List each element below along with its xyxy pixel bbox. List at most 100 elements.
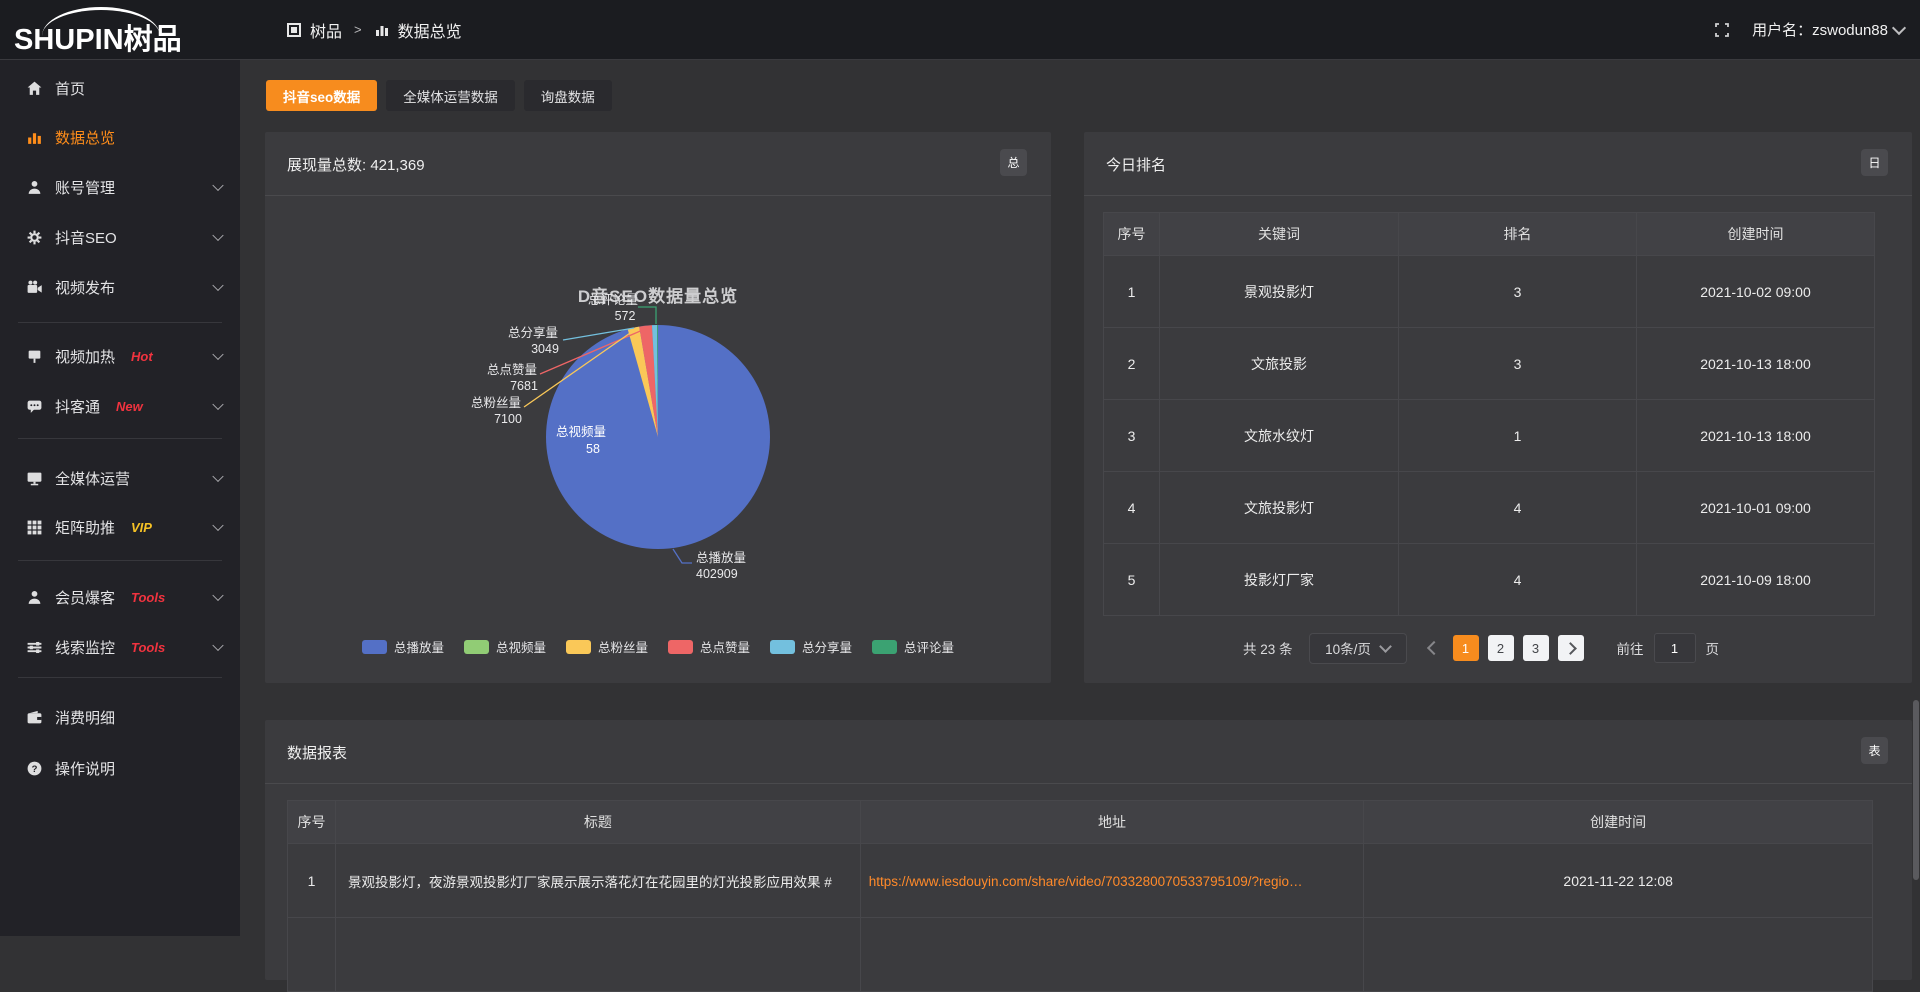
- dashboard-page: { "header": { "logo_latin": "SHUPIN", "l…: [0, 0, 1920, 936]
- data-report-panel: 数据报表 表 序号 标题 地址 创建时间 1 景观投影灯，夜游景观投影灯厂家展示…: [265, 720, 1912, 980]
- breadcrumb: 树品 > 数据总览: [286, 0, 462, 59]
- logo-text: SHUPIN树品: [14, 16, 182, 58]
- cell-time: 2021-10-13 18:00: [1637, 328, 1875, 400]
- table-row: 2 文旅投影 3 2021-10-13 18:00: [1104, 328, 1875, 400]
- fullscreen-icon[interactable]: [1714, 22, 1730, 38]
- col-header-keyword: 关键词: [1160, 213, 1399, 256]
- legend-item-videos[interactable]: 总视频量: [464, 637, 546, 656]
- legend-item-fans[interactable]: 总粉丝量: [566, 637, 648, 656]
- pie-legend: 总播放量 总视频量 总粉丝量 总点赞量 总分享量 总评论量: [265, 637, 1051, 656]
- sidebar-item-consumption[interactable]: 消费明细: [0, 695, 240, 739]
- day-toggle-button[interactable]: 日: [1861, 149, 1888, 176]
- sidebar-item-video-heat[interactable]: 视频加热 Hot: [0, 334, 240, 378]
- sidebar-item-douketong[interactable]: 抖客通 New: [0, 384, 240, 428]
- cell-time: 2021-11-22 12:08: [1364, 844, 1873, 918]
- chevron-down-icon: [1379, 640, 1392, 653]
- total-toggle-button[interactable]: 总: [1000, 149, 1027, 176]
- goto-label: 前往: [1617, 638, 1644, 658]
- grid-icon: [26, 519, 43, 536]
- table-row: 3 文旅水纹灯 1 2021-10-13 18:00: [1104, 400, 1875, 472]
- page-size-select[interactable]: 10条/页: [1309, 633, 1407, 664]
- cell-time: [1364, 918, 1873, 992]
- sidebar-item-member-burst[interactable]: 会员爆客 Tools: [0, 575, 240, 619]
- cell-rank: 3: [1399, 328, 1637, 400]
- sidebar-item-label: 操作说明: [55, 758, 115, 779]
- sidebar-item-label: 会员爆客: [55, 587, 115, 608]
- username-label: 用户名：zswodun88: [1752, 19, 1888, 40]
- pie-chart[interactable]: 总评论量 572 总分享量 3049 总点赞量 7681 总粉丝量 7100 总…: [265, 196, 1051, 626]
- cell-keyword: 文旅水纹灯: [1160, 400, 1399, 472]
- page-button-3[interactable]: 3: [1523, 635, 1549, 661]
- sidebar-item-label: 抖客通: [55, 396, 100, 417]
- sidebar-item-douyin-seo[interactable]: 抖音SEO: [0, 215, 240, 259]
- chevron-down-icon: [212, 520, 223, 531]
- ranking-table: 序号 关键词 排名 创建时间 1 景观投影灯 3 2021-10-02 09:0…: [1103, 212, 1875, 616]
- chevron-down-icon: [212, 590, 223, 601]
- sidebar-item-label: 全媒体运营: [55, 468, 130, 489]
- sidebar-item-label: 矩阵助推: [55, 517, 115, 538]
- tab-inquiry[interactable]: 询盘数据: [524, 80, 612, 111]
- page-unit-label: 页: [1706, 638, 1720, 658]
- label-line-playcount: [673, 549, 692, 563]
- legend-item-shares[interactable]: 总分享量: [770, 637, 852, 656]
- page-button-1[interactable]: 1: [1453, 635, 1479, 661]
- cell-keyword: 投影灯厂家: [1160, 544, 1399, 616]
- sidebar-item-account[interactable]: 账号管理: [0, 165, 240, 209]
- cell-rank: 4: [1399, 544, 1637, 616]
- cell-keyword: 文旅投影: [1160, 328, 1399, 400]
- sidebar-item-lead-monitor[interactable]: 线索监控 Tools: [0, 625, 240, 669]
- sidebar-item-all-media[interactable]: 全媒体运营: [0, 456, 240, 500]
- video-link[interactable]: https://www.iesdouyin.com/share/video/70…: [869, 874, 1303, 889]
- page-size-value: 10条/页: [1325, 638, 1371, 658]
- app-logo[interactable]: SHUPIN树品: [14, 6, 234, 54]
- cell-no: 1: [288, 844, 336, 918]
- sidebar-item-label: 线索监控: [55, 637, 115, 658]
- cell-time: 2021-10-09 18:00: [1637, 544, 1875, 616]
- chevron-down-icon: [1892, 20, 1906, 34]
- table-row: [288, 918, 1873, 992]
- legend-label: 总分享量: [802, 637, 852, 656]
- page-button-2[interactable]: 2: [1488, 635, 1514, 661]
- question-icon: ?: [26, 760, 43, 777]
- sidebar-item-home[interactable]: 首页: [0, 66, 240, 110]
- chevron-down-icon: [212, 280, 223, 291]
- prev-page-button[interactable]: [1426, 641, 1440, 655]
- next-page-button[interactable]: [1558, 635, 1584, 661]
- sidebar-item-video-publish[interactable]: 视频发布: [0, 265, 240, 309]
- col-header-rank: 排名: [1399, 213, 1637, 256]
- legend-item-likes[interactable]: 总点赞量: [668, 637, 750, 656]
- chevron-down-icon: [212, 230, 223, 241]
- legend-swatch: [872, 640, 897, 654]
- cell-no: 2: [1104, 328, 1160, 400]
- sidebar-item-matrix-boost[interactable]: 矩阵助推 VIP: [0, 505, 240, 549]
- sidebar-item-help[interactable]: ? 操作说明: [0, 746, 240, 790]
- home-icon: [26, 80, 43, 97]
- user-icon: [26, 179, 43, 196]
- goto-page-input[interactable]: [1654, 633, 1696, 663]
- cell-no: 1: [1104, 256, 1160, 328]
- legend-swatch: [770, 640, 795, 654]
- vertical-scrollbar[interactable]: [1913, 700, 1919, 880]
- tab-all-media[interactable]: 全媒体运营数据: [386, 80, 515, 111]
- legend-label: 总粉丝量: [598, 637, 648, 656]
- cell-title: 景观投影灯，夜游景观投影灯厂家展示展示落花灯在花园里的灯光投影应用效果 #: [336, 844, 861, 918]
- impressions-total: 展现量总数: 421,369: [287, 154, 425, 175]
- sidebar-item-data-overview[interactable]: 数据总览: [0, 115, 240, 159]
- sidebar-item-label: 数据总览: [55, 127, 115, 148]
- gear-icon: [26, 229, 43, 246]
- impressions-panel-header: 展现量总数: 421,369 总: [265, 132, 1051, 195]
- sidebar-item-label: 账号管理: [55, 177, 115, 198]
- member-icon: [26, 589, 43, 606]
- legend-item-comments[interactable]: 总评论量: [872, 637, 954, 656]
- new-badge: New: [116, 399, 143, 414]
- sidebar-divider: [18, 560, 222, 561]
- username-menu[interactable]: 用户名：zswodun88: [1752, 19, 1904, 40]
- tab-douyin-seo[interactable]: 抖音seo数据: [266, 80, 377, 111]
- table-toggle-button[interactable]: 表: [1861, 737, 1888, 764]
- breadcrumb-current: 数据总览: [398, 18, 462, 42]
- pie-label-videos: 总视频量: [556, 424, 606, 439]
- sidebar-item-label: 视频加热: [55, 346, 115, 367]
- breadcrumb-root[interactable]: 树品: [310, 18, 342, 42]
- chevron-down-icon: [212, 180, 223, 191]
- legend-item-playcount[interactable]: 总播放量: [362, 637, 444, 656]
